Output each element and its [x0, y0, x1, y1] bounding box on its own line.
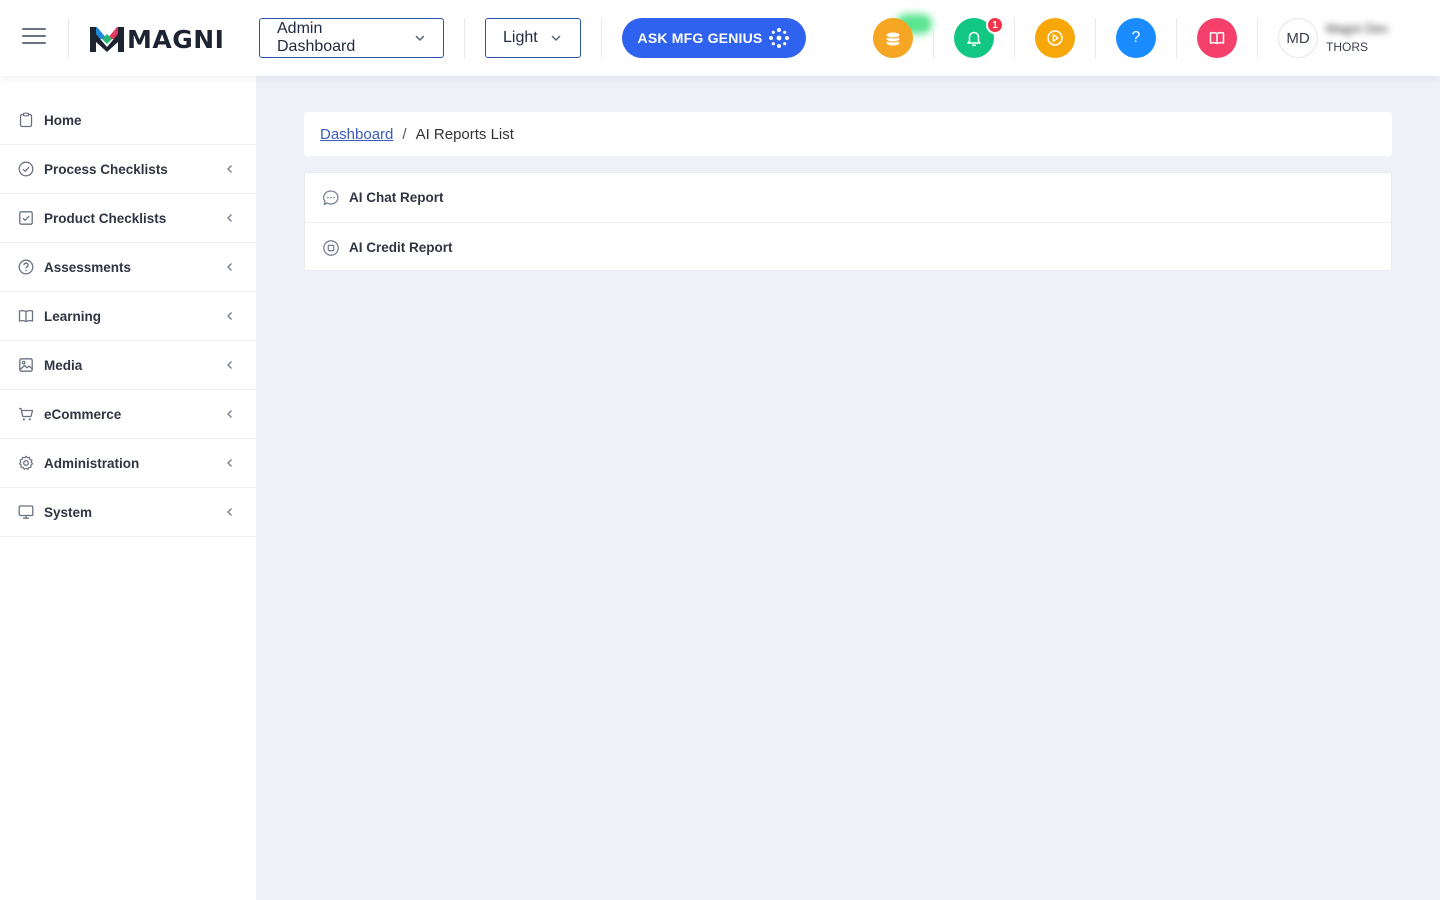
- divider: [1095, 18, 1096, 58]
- cart-icon: [19, 407, 34, 421]
- sidebar-item-label: Product Checklists: [44, 210, 167, 226]
- sidebar-item-label: Home: [44, 112, 82, 128]
- dashboard-select[interactable]: Admin Dashboard: [259, 18, 444, 58]
- sidebar-item-label: Administration: [44, 455, 140, 471]
- user-avatar[interactable]: MD: [1278, 18, 1318, 58]
- chevron-left-icon: [227, 508, 232, 516]
- sidebar-item-learning[interactable]: Learning: [0, 292, 256, 341]
- chevron-left-icon: [227, 263, 232, 271]
- hamburger-menu-icon[interactable]: [22, 28, 46, 48]
- divider: [1176, 18, 1177, 58]
- divider: [464, 18, 465, 58]
- sparkle-icon: [769, 28, 790, 48]
- credit-circle-icon: [323, 240, 339, 256]
- top-header: MAGNI Admin Dashboard Light ASK MFG GENI…: [0, 0, 1440, 76]
- magni-logo[interactable]: MAGNI: [90, 24, 224, 54]
- chevron-left-icon: [227, 410, 232, 418]
- breadcrumb-current: AI Reports List: [415, 125, 514, 143]
- sidebar-item-system[interactable]: System: [0, 488, 256, 537]
- chevron-down-icon: [415, 35, 425, 41]
- chevron-left-icon: [227, 459, 232, 467]
- help-button[interactable]: ?: [1116, 18, 1156, 58]
- notification-badge: 1: [986, 16, 1004, 34]
- sidebar-item-label: Learning: [44, 308, 102, 324]
- book-icon: [1209, 31, 1225, 45]
- sidebar-item-product-checklists[interactable]: Product Checklists: [0, 194, 256, 243]
- breadcrumb: Dashboard / AI Reports List: [304, 112, 1392, 156]
- clipboard-icon: [19, 112, 33, 128]
- check-square-icon: [19, 211, 33, 225]
- divider: [1257, 18, 1258, 58]
- chevron-left-icon: [227, 214, 232, 222]
- ask-button-label: ASK MFG GENIUS: [637, 30, 763, 46]
- chat-bubble-icon: [323, 190, 339, 206]
- user-organization: THORS: [1326, 40, 1368, 54]
- sidebar-item-label: Assessments: [44, 259, 132, 275]
- ask-mfg-genius-button[interactable]: ASK MFG GENIUS: [622, 18, 806, 58]
- video-tutorial-button[interactable]: [1035, 18, 1075, 58]
- sidebar-item-home[interactable]: Home: [0, 96, 256, 145]
- chevron-left-icon: [227, 165, 232, 173]
- report-item-ai-chat[interactable]: AI Chat Report: [305, 173, 1391, 222]
- report-item-ai-credit[interactable]: AI Credit Report: [305, 222, 1391, 271]
- notifications-button[interactable]: 1: [954, 16, 1004, 58]
- divider: [1014, 18, 1015, 58]
- sidebar-item-label: eCommerce: [44, 406, 122, 422]
- coins-icon: [885, 31, 901, 47]
- sidebar-item-assessments[interactable]: Assessments: [0, 243, 256, 292]
- sidebar-nav: Home Process Checklists Product Checklis…: [0, 76, 256, 900]
- sidebar-item-label: Media: [44, 357, 83, 373]
- chevron-down-icon: [551, 35, 561, 42]
- report-label: AI Chat Report: [349, 190, 444, 205]
- user-name: Magni Dev: [1326, 21, 1389, 36]
- book-open-icon: [18, 310, 34, 323]
- dashboard-select-value: Admin Dashboard: [277, 20, 356, 55]
- logo-text: MAGNI: [127, 24, 225, 54]
- question-circle-icon: [18, 259, 34, 275]
- gear-icon: [18, 455, 34, 470]
- user-guide-button[interactable]: [1197, 18, 1237, 58]
- divider: [68, 18, 69, 58]
- question-icon: ?: [1131, 29, 1141, 46]
- divider: [601, 18, 602, 58]
- chevron-left-icon: [227, 361, 232, 369]
- breadcrumb-link-dashboard[interactable]: Dashboard: [320, 126, 393, 143]
- magni-logo-icon: [90, 27, 124, 52]
- credits-button[interactable]: [873, 18, 913, 58]
- sidebar-item-ecommerce[interactable]: eCommerce: [0, 390, 256, 439]
- sidebar-item-media[interactable]: Media: [0, 341, 256, 390]
- divider: [933, 18, 934, 58]
- monitor-icon: [18, 505, 34, 519]
- ai-reports-list: AI Chat Report AI Credit Report: [304, 172, 1392, 271]
- sidebar-item-process-checklists[interactable]: Process Checklists: [0, 145, 256, 194]
- theme-select[interactable]: Light: [485, 18, 581, 58]
- check-circle-icon: [18, 161, 34, 177]
- sidebar-item-label: System: [44, 504, 93, 520]
- theme-select-value: Light: [503, 29, 538, 46]
- sidebar-item-label: Process Checklists: [44, 161, 168, 177]
- sidebar-item-administration[interactable]: Administration: [0, 439, 256, 488]
- bell-icon: [967, 31, 981, 47]
- report-label: AI Credit Report: [349, 239, 453, 255]
- chevron-left-icon: [227, 312, 232, 320]
- breadcrumb-separator: /: [402, 125, 407, 143]
- image-icon: [19, 358, 33, 372]
- play-circle-icon: [1047, 30, 1063, 46]
- user-initials: MD: [1286, 29, 1310, 47]
